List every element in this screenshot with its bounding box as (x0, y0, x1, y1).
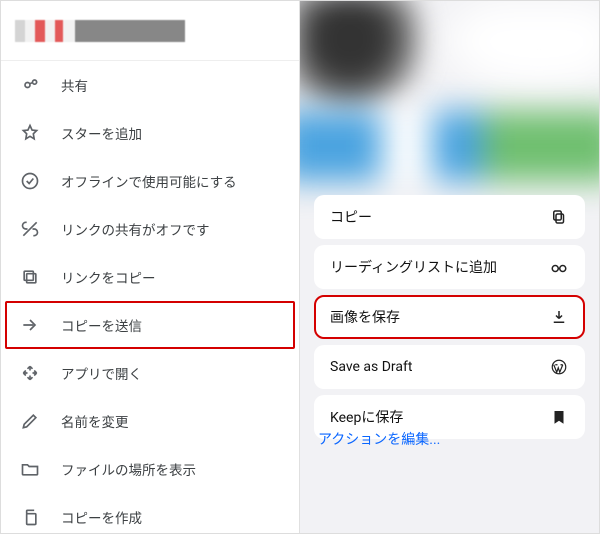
right-share-sheet-panel: コピー リーディングリストに追加 画像を保存 Save as Draft Kee (300, 1, 599, 533)
action-sheet: コピー リーディングリストに追加 画像を保存 Save as Draft Kee (314, 195, 585, 445)
action-label: Save as Draft (330, 359, 412, 375)
menu-item-offline[interactable]: オフラインで使用可能にする (1, 157, 299, 205)
action-item-save-image[interactable]: 画像を保存 (314, 295, 585, 339)
edit-actions-link[interactable]: アクションを編集... (318, 429, 440, 449)
open-with-icon (19, 362, 41, 384)
offline-icon (19, 170, 41, 192)
bookmark-icon (549, 407, 569, 427)
download-icon (549, 307, 569, 327)
action-item-copy[interactable]: コピー (314, 195, 585, 239)
menu-item-locate-file[interactable]: ファイルの場所を表示 (1, 445, 299, 493)
action-label: 画像を保存 (330, 307, 400, 327)
menu-item-share[interactable]: 共有 (1, 61, 299, 109)
menu-item-make-copy[interactable]: コピーを作成 (1, 493, 299, 533)
link-off-icon (19, 218, 41, 240)
menu-label: 名前を変更 (61, 411, 129, 431)
action-label: Keepに保存 (330, 407, 403, 427)
copy-sheet-icon (549, 207, 569, 227)
menu-label: オフラインで使用可能にする (61, 171, 237, 191)
wordpress-icon (549, 357, 569, 377)
menu-label: コピーを送信 (61, 315, 142, 335)
menu-label: アプリで開く (61, 363, 142, 383)
menu-item-copy-link[interactable]: リンクをコピー (1, 253, 299, 301)
rename-icon (19, 410, 41, 432)
send-copy-icon (19, 314, 41, 336)
menu-label: 共有 (61, 75, 88, 95)
copy-link-icon (19, 266, 41, 288)
obscured-title (15, 20, 185, 42)
copy-file-icon (19, 506, 41, 528)
menu-label: コピーを作成 (61, 507, 142, 527)
menu-item-open-with[interactable]: アプリで開く (1, 349, 299, 397)
menu-item-link-off[interactable]: リンクの共有がオフです (1, 205, 299, 253)
menu-label: リンクをコピー (61, 267, 156, 287)
star-icon (19, 122, 41, 144)
menu-label: ファイルの場所を表示 (61, 459, 196, 479)
folder-icon (19, 458, 41, 480)
menu-label: リンクの共有がオフです (61, 219, 210, 239)
action-item-reading-list[interactable]: リーディングリストに追加 (314, 245, 585, 289)
left-menu: 共有 スターを追加 オフラインで使用可能にする リンクの共有がオフです リンクを (1, 61, 299, 533)
action-label: コピー (330, 207, 372, 227)
action-label: リーディングリストに追加 (330, 257, 497, 277)
action-item-save-draft[interactable]: Save as Draft (314, 345, 585, 389)
menu-item-send-copy[interactable]: コピーを送信 (5, 301, 295, 349)
menu-label: スターを追加 (61, 123, 142, 143)
left-header (1, 1, 299, 61)
menu-item-rename[interactable]: 名前を変更 (1, 397, 299, 445)
left-menu-panel: 共有 スターを追加 オフラインで使用可能にする リンクの共有がオフです リンクを (1, 1, 300, 533)
glasses-icon (549, 257, 569, 277)
menu-item-star[interactable]: スターを追加 (1, 109, 299, 157)
share-icon (19, 74, 41, 96)
